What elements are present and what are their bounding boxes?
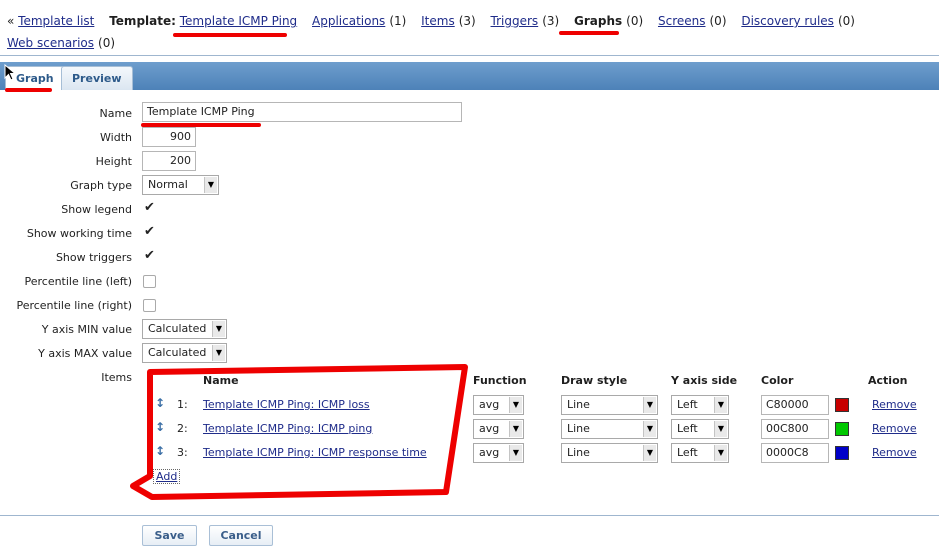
mouse-pointer-icon — [4, 64, 16, 81]
annotation-box-items — [130, 364, 468, 500]
